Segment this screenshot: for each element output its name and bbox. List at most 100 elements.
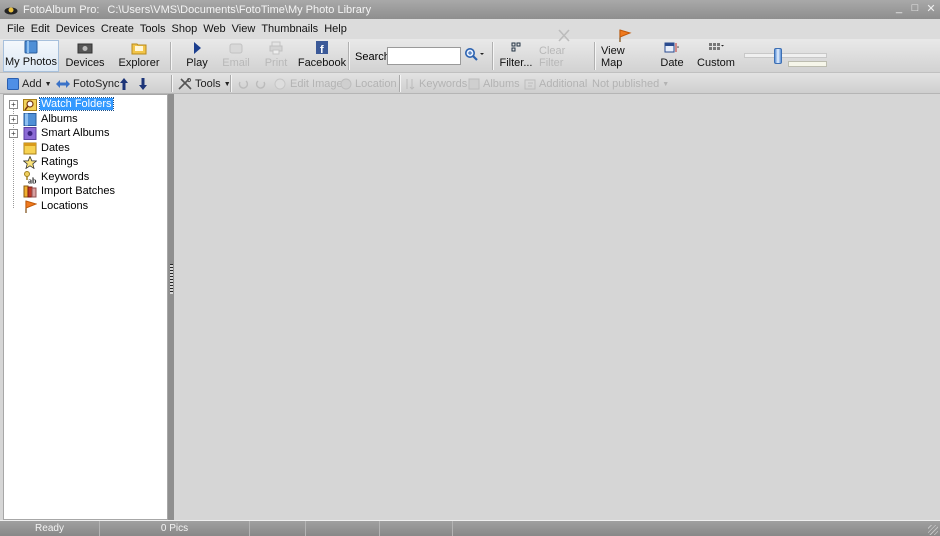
sync-arrows-icon: [56, 78, 70, 90]
rotate-right-icon: [255, 78, 267, 90]
toolbar-separator: [230, 75, 232, 92]
tree-item-watch-folders[interactable]: + Watch Folders: [4, 97, 164, 111]
calendar-icon: [23, 142, 37, 155]
email-button[interactable]: Email: [220, 40, 252, 72]
menu-shop[interactable]: Shop: [169, 23, 201, 35]
keywords-button[interactable]: Keywords: [404, 76, 467, 92]
rotate-left-button[interactable]: [237, 76, 252, 92]
explorer-button[interactable]: Explorer: [116, 40, 162, 72]
view-map-button[interactable]: View Map: [601, 29, 647, 72]
additional-info-icon: [524, 78, 536, 90]
menu-devices[interactable]: Devices: [53, 23, 98, 35]
facebook-button[interactable]: f Facebook: [298, 40, 346, 72]
menu-edit[interactable]: Edit: [28, 23, 53, 35]
search-input[interactable]: [387, 47, 461, 65]
albums-icon: [23, 112, 37, 126]
toolbar-separator: [594, 42, 596, 70]
close-button[interactable]: ✕: [926, 2, 936, 15]
tree-item-import-batches[interactable]: Import Batches: [4, 184, 164, 198]
menu-tools[interactable]: Tools: [137, 23, 169, 35]
keywords-tag-icon: [404, 78, 416, 90]
zoom-search-icon: [464, 47, 488, 66]
play-icon: [189, 41, 205, 55]
facebook-icon: f: [314, 41, 330, 56]
rotate-left-icon: [237, 78, 249, 90]
menu-web[interactable]: Web: [200, 23, 228, 35]
tree-item-keywords[interactable]: ab Keywords: [4, 170, 164, 185]
tools-dropdown[interactable]: Tools ▼: [178, 76, 231, 92]
tree-item-dates[interactable]: Dates: [4, 141, 164, 155]
window-title: FotoAlbum Pro: C:\Users\VMS\Documents\Fot…: [23, 4, 371, 16]
albums-button[interactable]: Albums: [468, 76, 520, 92]
menu-thumbnails[interactable]: Thumbnails: [258, 23, 321, 35]
clear-filter-button[interactable]: Clear Filter: [539, 29, 589, 72]
star-icon: [22, 154, 38, 169]
menu-bar: File Edit Devices Create Tools Shop Web …: [0, 19, 940, 39]
edit-image-button[interactable]: Edit Image: [273, 76, 343, 92]
svg-text:ab: ab: [28, 176, 37, 184]
calendar-sort-icon: [664, 41, 680, 55]
sort-date-button[interactable]: Date: [657, 40, 687, 72]
splitter-grip-icon[interactable]: [170, 264, 173, 294]
expand-icon[interactable]: +: [9, 128, 18, 138]
secondary-toolbar: Add ▼ FotoSync Tools ▼ Edit Image Location…: [0, 73, 940, 94]
print-icon: [268, 41, 284, 55]
move-up-button[interactable]: [118, 76, 133, 92]
location-button[interactable]: Location: [340, 76, 397, 92]
smart-albums-icon: [23, 126, 37, 140]
thumbnail-size-slider[interactable]: [744, 48, 828, 70]
flag-icon: [23, 199, 38, 213]
filter-button[interactable]: Filter...: [499, 40, 533, 72]
slider-thumb[interactable]: [774, 48, 782, 64]
app-logo-icon: [4, 5, 18, 15]
grid-icon: [708, 41, 724, 55]
toolbar-separator: [171, 75, 173, 92]
maximize-button[interactable]: □: [910, 2, 920, 15]
arrow-up-icon: [118, 78, 130, 90]
status-state: Ready: [0, 521, 100, 536]
camera-icon: [77, 41, 93, 55]
expand-icon[interactable]: +: [9, 114, 18, 124]
menu-view[interactable]: View: [229, 23, 259, 35]
status-pic-count: 0 Pics: [100, 521, 250, 536]
publish-state-dropdown[interactable]: Not published ▼: [592, 76, 669, 92]
rotate-right-button[interactable]: [255, 76, 270, 92]
clear-icon: [556, 29, 572, 43]
slider-track: [744, 53, 827, 58]
menu-file[interactable]: File: [4, 23, 28, 35]
tree-item-albums[interactable]: + Albums: [4, 112, 164, 126]
albums-book-icon: [468, 78, 480, 90]
custom-view-button[interactable]: Custom: [696, 40, 736, 72]
toolbar-separator: [492, 42, 494, 70]
folder-icon: [131, 41, 147, 55]
menu-help[interactable]: Help: [321, 23, 350, 35]
additional-button[interactable]: Additional: [524, 76, 587, 92]
map-flag-icon: [616, 29, 632, 43]
tools-icon: [178, 77, 192, 90]
minimize-button[interactable]: _: [894, 2, 904, 15]
my-photos-button[interactable]: My Photos: [3, 40, 59, 72]
move-down-button[interactable]: [137, 76, 152, 92]
title-bar: FotoAlbum Pro: C:\Users\VMS\Documents\Fot…: [0, 0, 940, 19]
watch-folder-icon: [23, 98, 37, 111]
photo-grid-area[interactable]: [174, 94, 940, 520]
status-panel: [250, 521, 306, 536]
tree-item-ratings[interactable]: Ratings: [4, 154, 164, 169]
filter-icon: [508, 41, 524, 55]
print-button[interactable]: Print: [262, 40, 290, 72]
app-name: FotoAlbum Pro:: [23, 3, 100, 16]
play-button[interactable]: Play: [182, 40, 212, 72]
menu-create[interactable]: Create: [98, 23, 137, 35]
dropdown-arrow-icon: ▼: [662, 80, 670, 88]
search-button[interactable]: [464, 47, 488, 65]
add-button[interactable]: Add ▼: [7, 76, 52, 92]
resize-grip-icon[interactable]: [928, 525, 938, 535]
expand-icon[interactable]: +: [9, 99, 18, 109]
toolbar-separator: [170, 42, 172, 70]
photo-album-icon: [23, 40, 39, 54]
tree-item-smart-albums[interactable]: + Smart Albums: [4, 126, 164, 140]
fotosync-button[interactable]: FotoSync: [56, 76, 119, 92]
tree-item-locations[interactable]: Locations: [4, 199, 164, 213]
devices-button[interactable]: Devices: [62, 40, 108, 72]
keywords-icon: ab: [23, 170, 37, 185]
